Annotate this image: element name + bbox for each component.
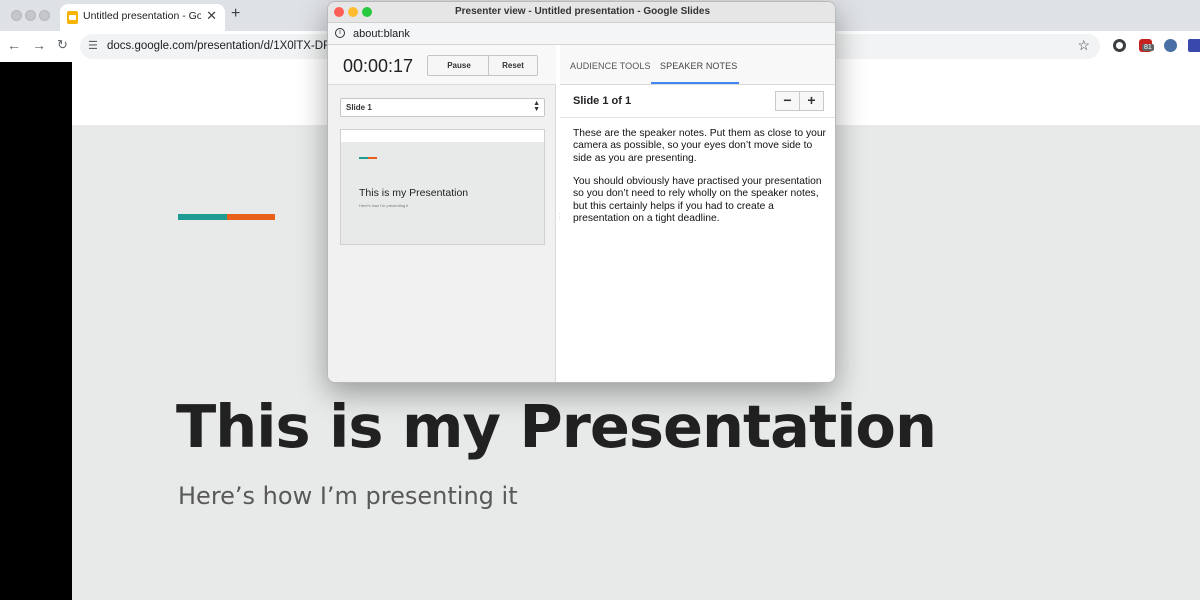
slide-select-value: Slide 1 [346, 103, 372, 112]
slides-favicon-icon [67, 11, 78, 24]
reset-button[interactable]: Reset [488, 55, 538, 76]
thumbnail-title: This is my Presentation [359, 187, 469, 199]
presenter-titlebar: Presenter view - Untitled presentation -… [328, 2, 835, 23]
presenter-view-window: Presenter view - Untitled presentation -… [327, 1, 836, 383]
back-arrow-icon[interactable]: ← [7, 37, 21, 53]
tab-close-icon[interactable]: ✕ [206, 8, 217, 24]
tab-speaker-notes[interactable]: SPEAKER NOTES [660, 61, 737, 71]
speaker-note-paragraph: These are the speaker notes. Put them as… [573, 128, 826, 164]
left-panel [0, 62, 72, 600]
thumbnail-top-band [341, 130, 544, 142]
presenter-address-bar: i about:blank [328, 23, 835, 45]
new-tab-button[interactable]: + [231, 5, 240, 23]
info-icon[interactable]: i [335, 28, 345, 38]
notes-header: Slide 1 of 1 − + [560, 85, 835, 118]
updown-chevron-icon: ▲ ▼ [533, 100, 540, 113]
forward-arrow-icon[interactable]: → [32, 37, 46, 53]
thumbnail-accent-orange [368, 157, 377, 159]
window-minimize-dot[interactable] [25, 10, 36, 21]
extension-badge: 81 [1142, 44, 1154, 51]
timer-row: 00:00:17 Pause Reset [328, 45, 556, 85]
slide-page-indicator: Slide 1 of 1 [573, 95, 632, 107]
extension-blue-icon[interactable] [1188, 39, 1200, 52]
slide-accent-orange [227, 214, 275, 220]
site-settings-icon[interactable]: ☰ [88, 39, 98, 52]
window-close-dot[interactable] [11, 10, 22, 21]
slide-thumbnail[interactable]: This is my Presentation Here’s how I’m p… [340, 129, 545, 245]
tab-title: Untitled presentation - Google Slides [83, 10, 201, 22]
tab-audience-tools[interactable]: AUDIENCE TOOLS [570, 61, 651, 71]
extension-globe-icon[interactable] [1164, 39, 1177, 52]
thumbnail-accent-teal [359, 157, 368, 159]
window-zoom-dot[interactable] [39, 10, 50, 21]
presenter-left-pane: 00:00:17 Pause Reset Slide 1 ▲ ▼ This is … [328, 45, 556, 382]
address-url: docs.google.com/presentation/d/1X0lTX-DF… [107, 40, 352, 52]
presenter-right-pane: AUDIENCE TOOLS SPEAKER NOTES Slide 1 of … [560, 45, 835, 382]
presenter-window-title: Presenter view - Untitled presentation -… [454, 6, 711, 17]
slide-select[interactable]: Slide 1 ▲ ▼ [340, 98, 545, 117]
slide-subtitle: Here’s how I’m presenting it [178, 482, 518, 510]
extension-circle-icon[interactable] [1113, 39, 1126, 52]
zoom-in-button[interactable]: + [799, 91, 824, 111]
bookmark-star-icon[interactable]: ☆ [1077, 37, 1090, 54]
presenter-address: about:blank [353, 28, 410, 40]
pause-button[interactable]: Pause [427, 55, 491, 76]
active-tab-indicator [651, 82, 739, 84]
elapsed-timer: 00:00:17 [343, 56, 414, 76]
speaker-note-paragraph: You should obviously have practised your… [573, 176, 822, 224]
zoom-out-button[interactable]: − [775, 91, 800, 111]
reload-icon[interactable]: ↻ [57, 37, 68, 53]
thumbnail-subtitle: Here’s how I’m presenting it [359, 203, 409, 208]
presenter-tabs: AUDIENCE TOOLS SPEAKER NOTES [560, 45, 835, 85]
browser-tab[interactable]: Untitled presentation - Google Slides ✕ [60, 4, 225, 31]
slide-title: This is my Presentation [176, 392, 937, 461]
slide-accent-teal [178, 214, 227, 220]
